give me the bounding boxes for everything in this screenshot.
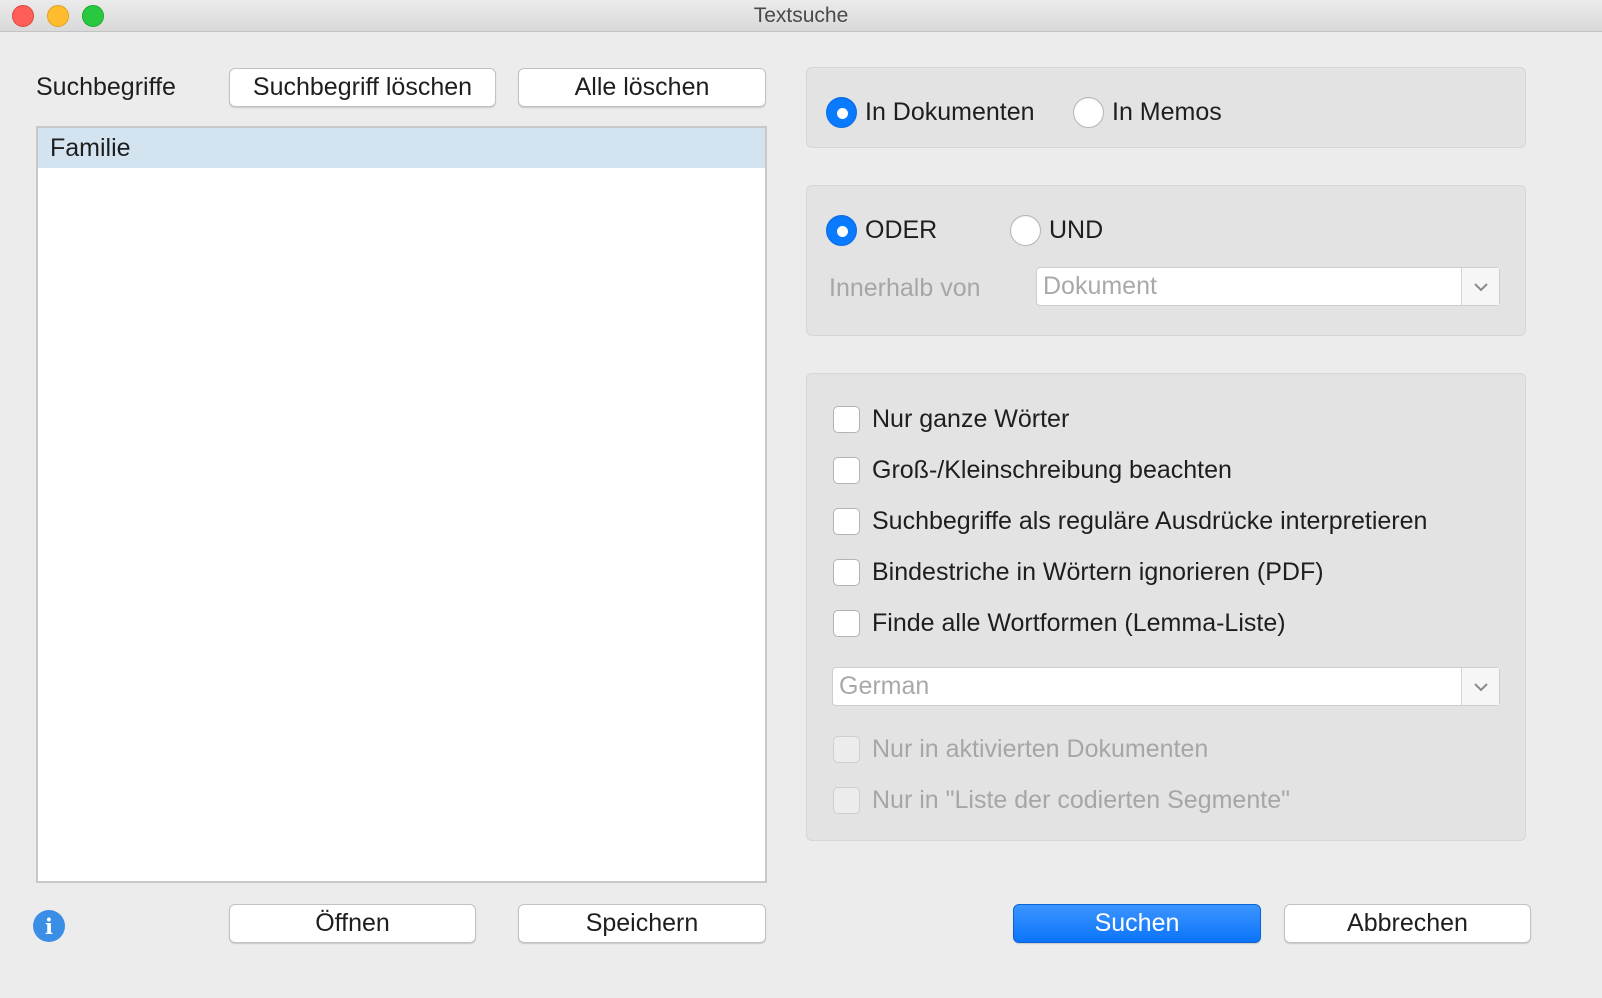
radio-in-documents[interactable]: In Dokumenten xyxy=(826,97,1035,128)
checkbox-icon xyxy=(833,406,860,433)
radio-label: UND xyxy=(1049,216,1104,244)
checkbox-case-sensitive[interactable]: Groß-/Kleinschreibung beachten xyxy=(833,456,1232,485)
search-button[interactable]: Suchen xyxy=(1013,904,1261,943)
delete-term-button[interactable]: Suchbegriff löschen xyxy=(229,68,496,107)
radio-unselected-icon xyxy=(1010,215,1041,246)
search-terms-list[interactable]: Familie xyxy=(36,126,767,883)
open-button[interactable]: Öffnen xyxy=(229,904,476,943)
radio-or[interactable]: ODER xyxy=(826,215,937,246)
language-select-value: German xyxy=(839,672,930,700)
checkbox-label: Suchbegriffe als reguläre Ausdrücke inte… xyxy=(872,507,1428,535)
search-terms-heading: Suchbegriffe xyxy=(36,73,176,101)
radio-selected-icon xyxy=(826,215,857,246)
within-select-value: Dokument xyxy=(1043,272,1157,300)
checkbox-lemma-list[interactable]: Finde alle Wortformen (Lemma-Liste) xyxy=(833,609,1286,638)
cancel-button[interactable]: Abbrechen xyxy=(1284,904,1531,943)
checkbox-label: Nur in aktivierten Dokumenten xyxy=(872,735,1209,763)
radio-unselected-icon xyxy=(1073,97,1104,128)
checkbox-activated-docs: Nur in aktivierten Dokumenten xyxy=(833,735,1208,764)
checkbox-regex[interactable]: Suchbegriffe als reguläre Ausdrücke inte… xyxy=(833,507,1427,536)
radio-selected-icon xyxy=(826,97,857,128)
checkbox-whole-words[interactable]: Nur ganze Wörter xyxy=(833,405,1069,434)
checkbox-label: Nur ganze Wörter xyxy=(872,405,1070,433)
checkbox-label: Groß-/Kleinschreibung beachten xyxy=(872,456,1232,484)
chevron-down-icon xyxy=(1461,268,1499,305)
options-group: Nur ganze Wörter Groß-/Kleinschreibung b… xyxy=(806,373,1526,841)
list-item-label: Familie xyxy=(50,133,131,162)
checkbox-icon xyxy=(833,508,860,535)
language-select[interactable]: German xyxy=(832,667,1500,706)
chevron-down-icon xyxy=(1461,668,1499,705)
checkbox-icon xyxy=(833,610,860,637)
radio-label: In Memos xyxy=(1112,98,1222,126)
window-title: Textsuche xyxy=(753,4,849,27)
delete-all-button[interactable]: Alle löschen xyxy=(518,68,766,107)
radio-label: In Dokumenten xyxy=(865,98,1035,126)
list-item[interactable]: Familie xyxy=(38,128,765,168)
checkbox-label: Nur in "Liste der codierten Segmente" xyxy=(872,786,1290,814)
scope-group: In Dokumenten In Memos xyxy=(806,67,1526,148)
checkbox-ignore-hyphens[interactable]: Bindestriche in Wörtern ignorieren (PDF) xyxy=(833,558,1324,587)
save-button[interactable]: Speichern xyxy=(518,904,766,943)
checkbox-icon xyxy=(833,787,860,814)
radio-in-memos[interactable]: In Memos xyxy=(1073,97,1222,128)
radio-label: ODER xyxy=(865,216,938,244)
checkbox-icon xyxy=(833,736,860,763)
checkbox-icon xyxy=(833,559,860,586)
logic-group: ODER UND Innerhalb von Dokument xyxy=(806,185,1526,336)
checkbox-icon xyxy=(833,457,860,484)
radio-and[interactable]: UND xyxy=(1010,215,1103,246)
within-select[interactable]: Dokument xyxy=(1036,267,1500,306)
checkbox-label: Bindestriche in Wörtern ignorieren (PDF) xyxy=(872,558,1324,586)
checkbox-label: Finde alle Wortformen (Lemma-Liste) xyxy=(872,609,1286,637)
title-bar: Textsuche xyxy=(0,0,1602,32)
within-label: Innerhalb von xyxy=(829,274,981,302)
checkbox-coded-segments: Nur in "Liste der codierten Segmente" xyxy=(833,786,1290,815)
info-icon[interactable]: i xyxy=(33,910,65,942)
